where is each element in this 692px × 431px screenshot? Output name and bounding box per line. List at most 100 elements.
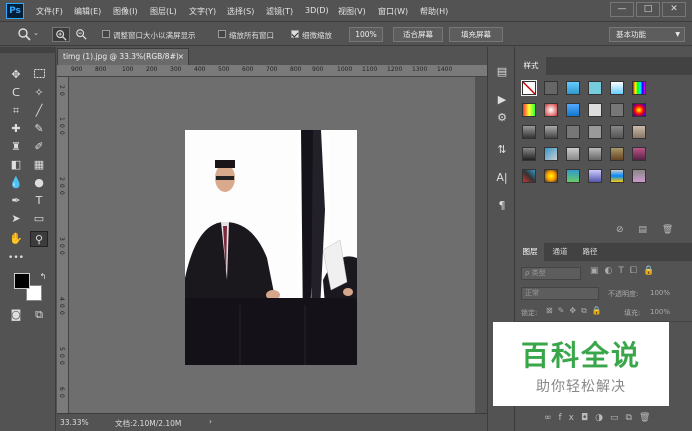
blend-mode-select[interactable]: 正常 [521,287,599,300]
menu-view[interactable]: 视图(V) [338,6,366,17]
style-swatch[interactable] [588,81,602,95]
screen-mode-icon[interactable]: ⧉ [30,307,48,323]
style-swatch[interactable] [566,103,580,117]
style-swatch[interactable] [588,169,602,183]
document-tab[interactable]: timg (1).jpg @ 33.3%(RGB/8#) × [57,48,189,65]
zoom-all-windows-checkbox[interactable] [218,30,226,38]
menu-select[interactable]: 选择(S) [227,6,254,17]
foreground-color-swatch[interactable] [14,273,30,289]
scrubby-zoom-checkbox[interactable] [291,30,299,38]
style-swatch[interactable] [544,125,558,139]
style-swatch[interactable] [610,103,624,117]
style-swatch[interactable] [522,169,536,183]
chevron-down-icon[interactable]: ⌄ [33,29,39,37]
document-image[interactable] [185,130,357,365]
style-swatch[interactable] [610,147,624,161]
style-swatch[interactable] [522,125,536,139]
style-swatch[interactable] [544,103,558,117]
adjustment-layer-icon[interactable]: ◑ [595,413,610,423]
type-tool-icon[interactable]: T [30,193,48,209]
style-swatch[interactable] [610,169,624,183]
canvas-workspace[interactable] [69,77,475,413]
new-group-icon[interactable]: ▭ [610,413,626,423]
menu-edit[interactable]: 编辑(E) [74,6,101,17]
menu-filter[interactable]: 滤镜(T) [266,6,293,17]
delete-layer-icon[interactable]: 🗑 [639,413,657,423]
more-tools-icon[interactable]: ••• [7,250,25,266]
minimize-button[interactable]: — [610,2,634,17]
magic-wand-tool-icon[interactable]: ✧ [30,85,48,101]
style-swatch[interactable] [521,80,537,96]
close-button[interactable]: ✕ [662,2,686,17]
resize-window-checkbox[interactable] [102,30,110,38]
style-swatch[interactable] [566,81,580,95]
new-style-icon[interactable]: ▤ [638,225,647,235]
style-swatch[interactable] [632,81,646,95]
marquee-tool-icon[interactable] [30,67,48,83]
path-selection-tool-icon[interactable]: ➤ [7,211,25,227]
lock-icons[interactable]: ⊠✎✥⧉🔒 [546,306,607,316]
style-swatch[interactable] [522,147,536,161]
style-swatch[interactable] [588,103,602,117]
swap-colors-icon[interactable]: ↰ [34,269,52,285]
trash-icon[interactable]: 🗑 [662,225,673,235]
menu-type[interactable]: 文字(Y) [189,6,216,17]
rectangle-tool-icon[interactable]: ▭ [30,211,48,227]
hand-tool-icon[interactable]: ✋ [7,231,25,247]
crop-tool-icon[interactable]: ⌗ [7,103,25,119]
style-swatch[interactable] [566,169,580,183]
tab-paths[interactable]: 路径 [576,243,604,261]
history-panel-icon[interactable]: ▤ [492,63,512,81]
zoom-value-field[interactable]: 100% [349,27,383,42]
style-swatch[interactable] [544,81,558,95]
move-tool-icon[interactable]: ✥ [7,67,25,83]
fx-icon[interactable]: fx [559,413,582,423]
style-swatch[interactable] [610,81,624,95]
brush-tool-icon[interactable]: ✎ [30,121,48,137]
style-swatch[interactable] [632,169,646,183]
pen-tool-icon[interactable]: ✒ [7,193,25,209]
style-swatch[interactable] [610,125,624,139]
clear-style-icon[interactable]: ⊘ [616,225,624,235]
fill-value[interactable]: 100% [650,308,670,316]
fill-screen-button[interactable]: 填充屏幕 [449,27,503,42]
zoom-level[interactable]: 33.33% [60,418,89,427]
history-brush-tool-icon[interactable]: ✐ [30,139,48,155]
menu-help[interactable]: 帮助(H) [420,6,448,17]
clone-stamp-tool-icon[interactable]: ♜ [7,139,25,155]
style-swatch[interactable] [544,147,558,161]
dodge-tool-icon[interactable]: ● [30,175,48,191]
zoom-in-button[interactable] [52,27,70,42]
style-swatch[interactable] [632,125,646,139]
maximize-button[interactable]: □ [636,2,660,17]
tab-channels[interactable]: 通道 [546,243,574,261]
zoom-tool-icon[interactable] [17,27,31,44]
style-swatch[interactable] [632,147,646,161]
layer-filter-select[interactable]: ρ 类型 [521,267,581,280]
lasso-tool-icon[interactable]: ᑕ [7,85,25,101]
style-swatch[interactable] [566,125,580,139]
new-layer-icon[interactable]: ⧉ [626,413,639,423]
close-tab-icon[interactable]: × [178,49,184,65]
properties-panel-icon[interactable]: ⚙ [492,109,512,127]
eraser-tool-icon[interactable]: ◧ [7,157,25,173]
menu-3d[interactable]: 3D(D) [305,6,329,15]
gradient-tool-icon[interactable]: ▦ [30,157,48,173]
add-mask-icon[interactable]: ◘ [581,413,595,423]
style-swatch[interactable] [544,169,558,183]
workspace-select[interactable]: 基本功能 ▼ [609,27,685,42]
blur-tool-icon[interactable]: 💧 [7,175,25,191]
fit-screen-button[interactable]: 适合屏幕 [393,27,443,42]
paragraph-panel-icon[interactable]: ¶ [492,197,512,215]
vertical-scrollbar[interactable] [475,77,487,413]
chevron-right-icon[interactable]: › [209,417,212,426]
menu-window[interactable]: 窗口(W) [378,6,408,17]
style-swatch[interactable] [522,103,536,117]
quick-mask-icon[interactable]: ◙ [7,307,25,323]
healing-brush-tool-icon[interactable]: ✚ [7,121,25,137]
menu-image[interactable]: 图像(I) [113,6,138,17]
style-swatch[interactable] [632,103,646,117]
style-swatch[interactable] [588,125,602,139]
tab-layers[interactable]: 图层 [516,243,544,261]
zoom-tool-icon[interactable]: ⚲ [30,231,48,247]
